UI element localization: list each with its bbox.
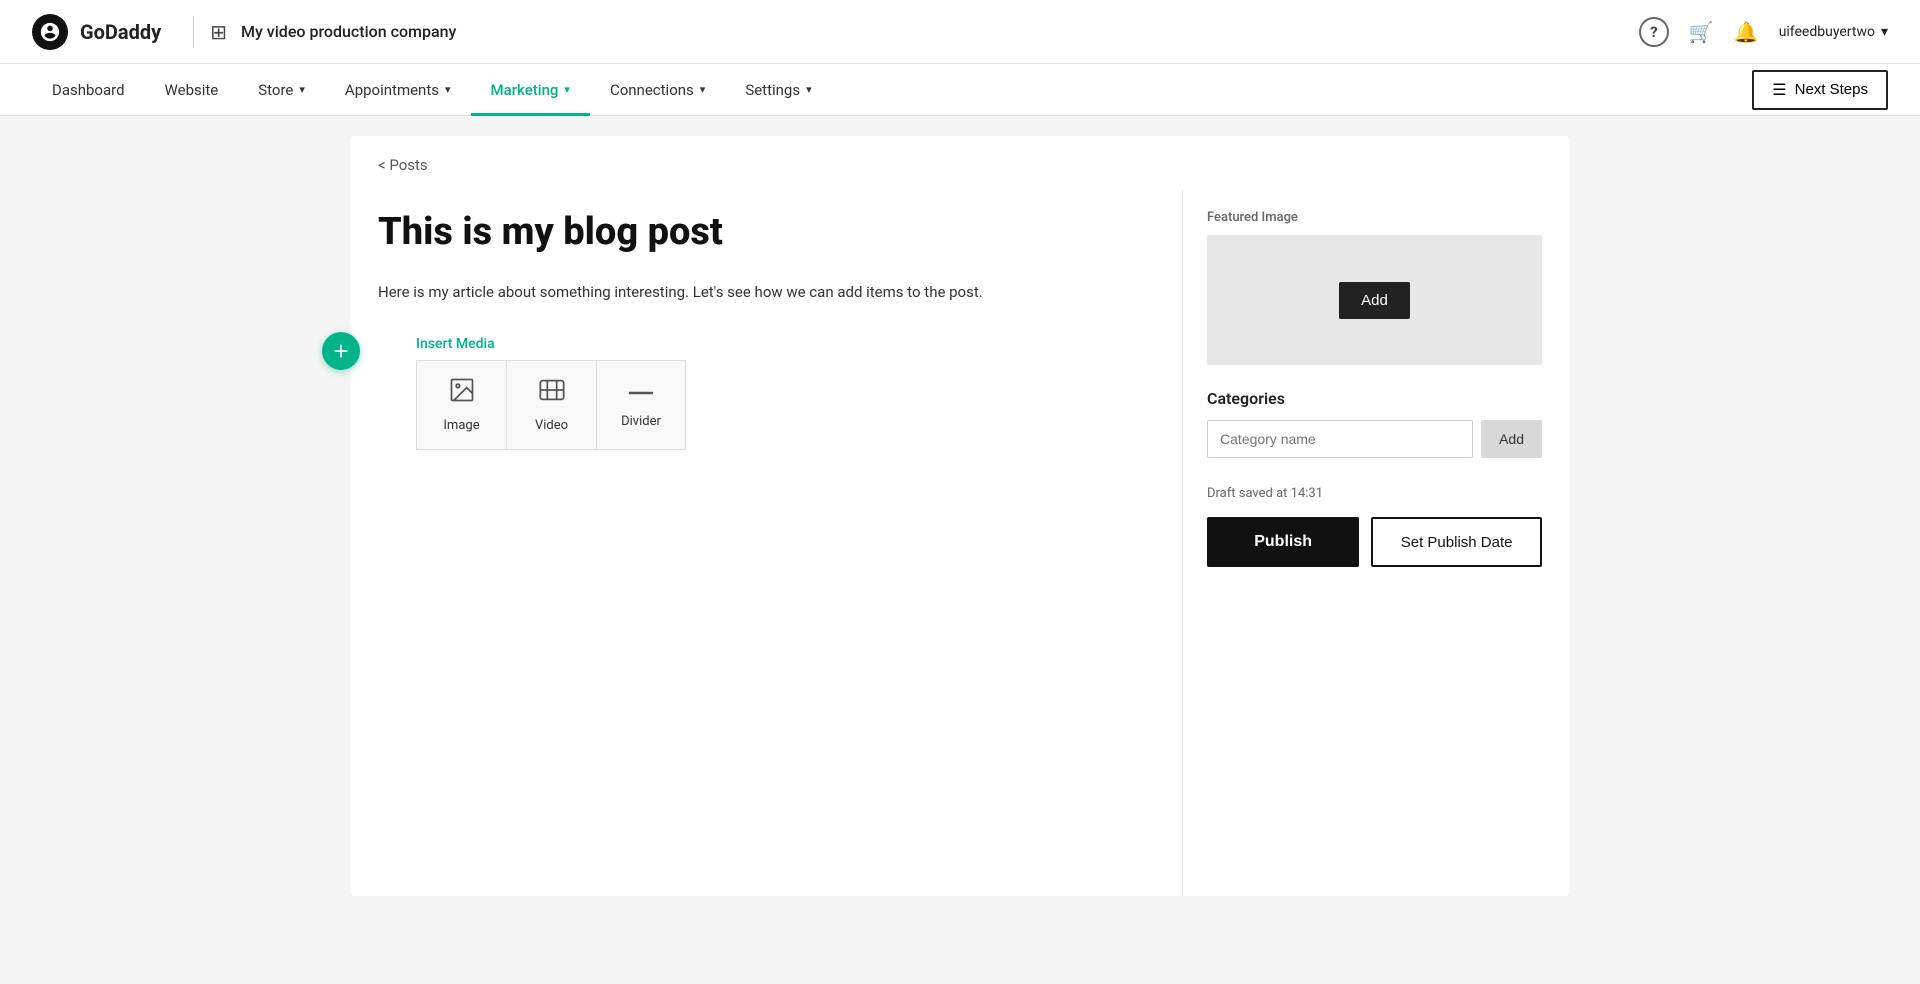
video-option-icon bbox=[538, 376, 566, 410]
media-option-divider-label: Divider bbox=[621, 414, 661, 429]
category-input-row: Add bbox=[1207, 420, 1542, 458]
user-menu-chevron: ▾ bbox=[1881, 24, 1888, 40]
page-wrapper: < Posts This is my blog post Here is my … bbox=[0, 116, 1920, 984]
image-option-icon bbox=[448, 376, 476, 410]
content-area: < Posts This is my blog post Here is my … bbox=[350, 136, 1570, 896]
nav-dashboard[interactable]: Dashboard bbox=[32, 64, 145, 116]
editor-layout: This is my blog post Here is my article … bbox=[350, 190, 1570, 896]
media-option-image-label: Image bbox=[443, 418, 479, 433]
categories-label: Categories bbox=[1207, 389, 1542, 408]
nav-settings[interactable]: Settings ▾ bbox=[725, 64, 831, 116]
logo-divider bbox=[193, 16, 194, 48]
nav-website[interactable]: Website bbox=[145, 64, 239, 116]
publish-row: Publish Set Publish Date bbox=[1207, 517, 1542, 567]
help-icon[interactable]: ? bbox=[1639, 17, 1669, 47]
cart-icon[interactable]: 🛒 bbox=[1689, 20, 1714, 44]
marketing-chevron: ▾ bbox=[564, 83, 570, 96]
insert-media-circle[interactable] bbox=[322, 332, 360, 370]
top-bar-right: ? 🛒 🔔 uifeedbuyertwo ▾ bbox=[1639, 17, 1888, 47]
user-name: uifeedbuyertwo bbox=[1779, 24, 1875, 40]
next-steps-nav: ☰ Next Steps bbox=[1752, 70, 1888, 110]
site-name: My video production company bbox=[241, 22, 456, 41]
breadcrumb-back-link[interactable]: < Posts bbox=[378, 156, 428, 174]
godaddy-wordmark: GoDaddy bbox=[80, 20, 161, 44]
media-option-image[interactable]: Image bbox=[416, 360, 506, 450]
media-option-video[interactable]: Video bbox=[506, 360, 596, 450]
main-nav: Dashboard Website Store ▾ Appointments ▾… bbox=[0, 64, 1920, 116]
settings-chevron: ▾ bbox=[806, 83, 812, 96]
blog-post-body[interactable]: Here is my article about something inter… bbox=[378, 280, 1142, 304]
insert-media-bar: Insert Media bbox=[378, 336, 1142, 450]
next-steps-label: Next Steps bbox=[1795, 81, 1868, 98]
media-option-video-label: Video bbox=[535, 418, 568, 433]
featured-image-box: Add bbox=[1207, 235, 1542, 365]
categories-section: Categories Add bbox=[1207, 389, 1542, 458]
store-chevron: ▾ bbox=[299, 83, 305, 96]
appointments-chevron: ▾ bbox=[445, 83, 451, 96]
blog-post-title[interactable]: This is my blog post bbox=[378, 210, 1142, 256]
insert-media-label: Insert Media bbox=[416, 336, 686, 352]
nav-store[interactable]: Store ▾ bbox=[238, 64, 325, 116]
category-name-input[interactable] bbox=[1207, 420, 1473, 458]
nav-appointments[interactable]: Appointments ▾ bbox=[325, 64, 471, 116]
logo-area: GoDaddy bbox=[32, 14, 161, 50]
category-add-button[interactable]: Add bbox=[1481, 420, 1542, 458]
draft-status: Draft saved at 14:31 bbox=[1207, 486, 1542, 501]
top-bar: GoDaddy ⊞ My video production company ? … bbox=[0, 0, 1920, 64]
divider-option-icon bbox=[627, 381, 655, 406]
insert-media-button[interactable] bbox=[322, 332, 360, 370]
godaddy-logo-icon[interactable] bbox=[32, 14, 68, 50]
media-option-divider[interactable]: Divider bbox=[596, 360, 686, 450]
publish-button[interactable]: Publish bbox=[1207, 517, 1359, 567]
grid-icon[interactable]: ⊞ bbox=[210, 20, 227, 44]
featured-image-add-button[interactable]: Add bbox=[1339, 282, 1410, 319]
featured-image-label: Featured Image bbox=[1207, 210, 1542, 225]
user-menu[interactable]: uifeedbuyertwo ▾ bbox=[1779, 24, 1888, 40]
nav-connections[interactable]: Connections ▾ bbox=[590, 64, 725, 116]
editor-main: This is my blog post Here is my article … bbox=[378, 190, 1182, 896]
breadcrumb: < Posts bbox=[350, 156, 1570, 190]
bell-icon[interactable]: 🔔 bbox=[1734, 20, 1759, 44]
media-options: Image bbox=[416, 360, 686, 450]
set-publish-date-button[interactable]: Set Publish Date bbox=[1371, 517, 1542, 567]
editor-sidebar: Featured Image Add Categories Add Draft … bbox=[1182, 190, 1542, 896]
connections-chevron: ▾ bbox=[700, 83, 706, 96]
next-steps-button[interactable]: ☰ Next Steps bbox=[1752, 70, 1888, 110]
next-steps-icon: ☰ bbox=[1772, 80, 1786, 100]
nav-marketing[interactable]: Marketing ▾ bbox=[471, 64, 590, 116]
